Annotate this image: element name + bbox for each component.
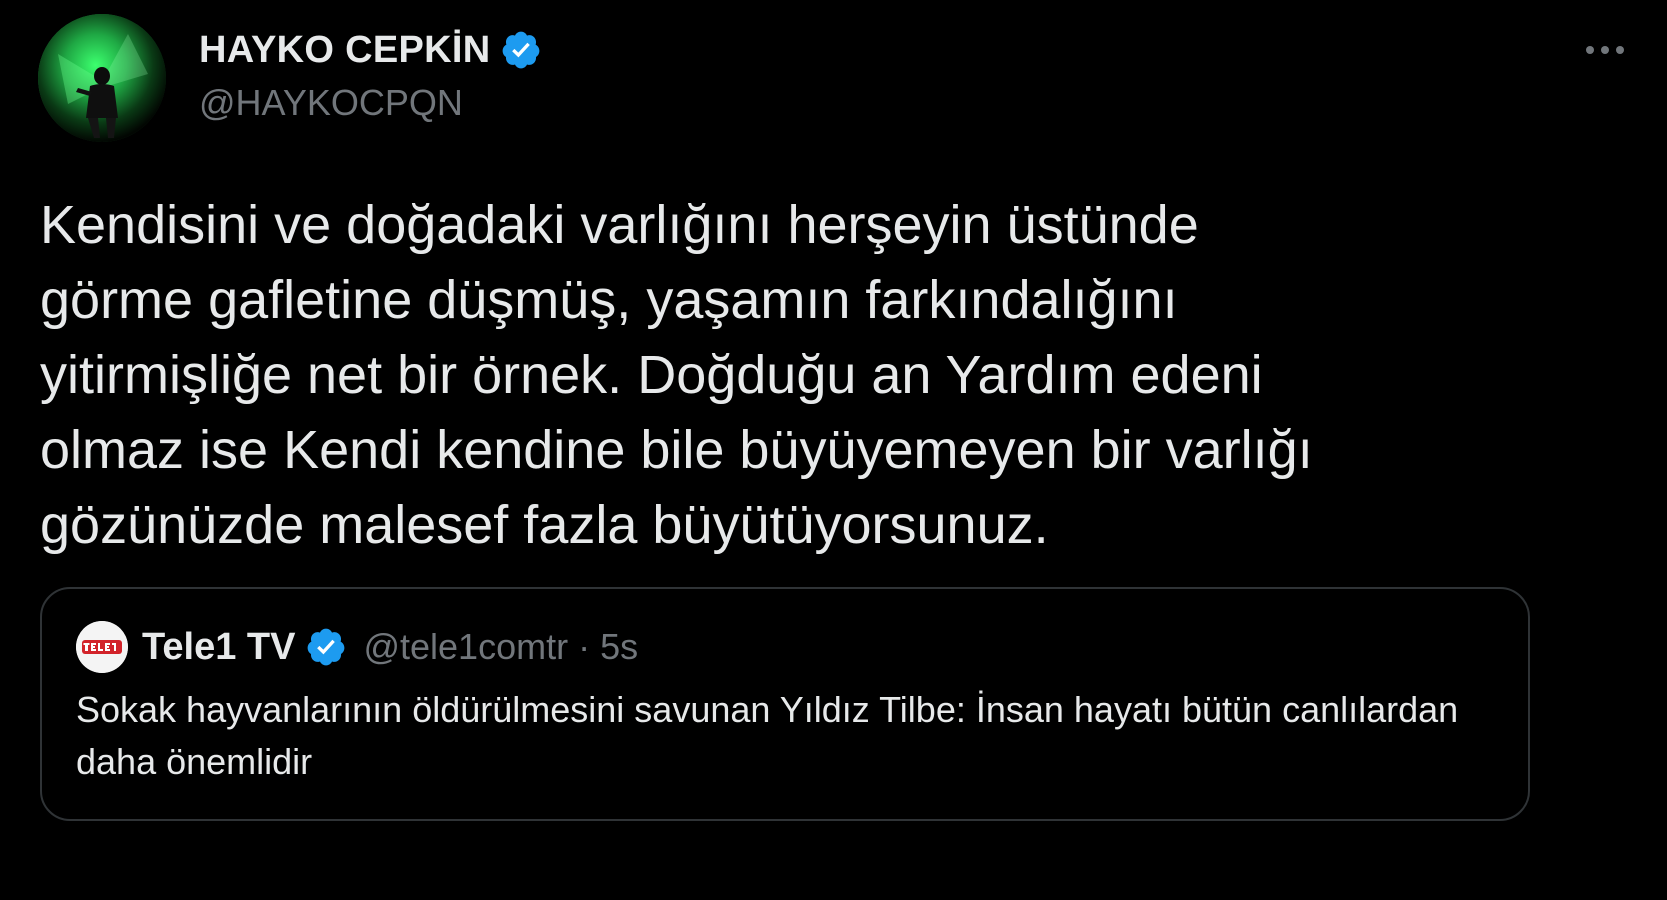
- more-dots-icon: [1586, 46, 1624, 54]
- quoted-verified-badge-icon: [308, 628, 345, 666]
- quoted-timestamp[interactable]: 5s: [600, 626, 638, 668]
- quoted-author-avatar[interactable]: [76, 621, 128, 673]
- tele1-logo-icon: [76, 621, 128, 673]
- more-options-button[interactable]: [1581, 30, 1629, 70]
- quoted-separator: ·: [578, 626, 591, 667]
- quoted-author-handle[interactable]: @tele1comtr: [363, 626, 568, 668]
- author-name-row: HAYKO CEPKİN: [199, 24, 542, 76]
- profile-photo-icon: [38, 14, 166, 142]
- verified-badge-icon: [503, 31, 540, 69]
- quoted-tweet-header: Tele1 TV @tele1comtr · 5s: [76, 619, 638, 675]
- author-handle[interactable]: @HAYKOCPQN: [199, 82, 542, 124]
- author-display-name[interactable]: HAYKO CEPKİN: [199, 29, 490, 72]
- author-info: HAYKO CEPKİN @HAYKOCPQN: [199, 24, 542, 124]
- quoted-author-name[interactable]: Tele1 TV: [142, 626, 295, 669]
- tweet-card: HAYKO CEPKİN @HAYKOCPQN Kendisini ve doğ…: [0, 0, 1667, 900]
- author-avatar[interactable]: [38, 14, 166, 142]
- quoted-tweet-text: Sokak hayvanlarının öldürülmesini savuna…: [76, 689, 1459, 782]
- tweet-text: Kendisini ve doğadaki varlığını herşeyin…: [40, 195, 1313, 555]
- quoted-tweet[interactable]: Tele1 TV @tele1comtr · 5s Sokak hayvanla…: [40, 587, 1530, 821]
